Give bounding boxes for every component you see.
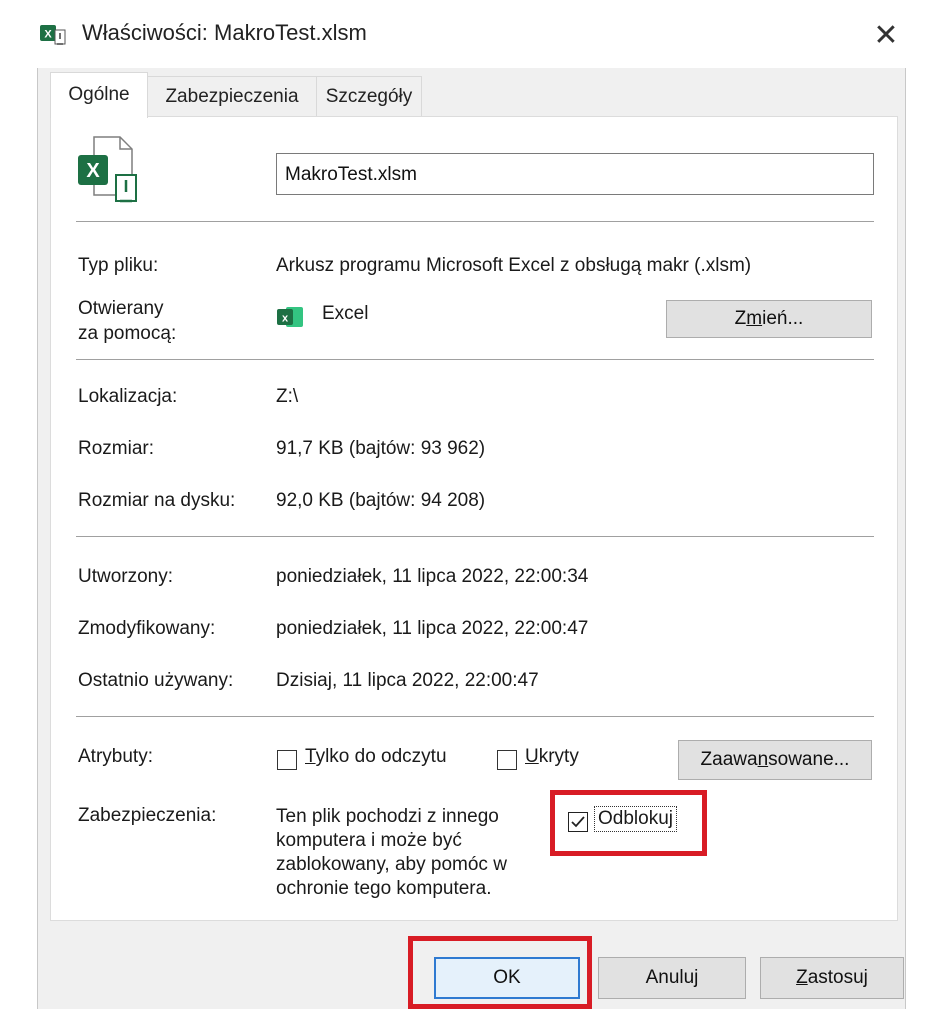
created-label: Utworzony: [78, 566, 174, 587]
checkmark-icon [571, 816, 585, 828]
left-edge [37, 68, 38, 1009]
excel-app-icon: x [276, 305, 304, 329]
right-edge [905, 68, 906, 1009]
svg-text:X: X [44, 29, 52, 41]
file-name-field[interactable]: MakroTest.xlsm [276, 153, 874, 195]
advanced-button[interactable]: Zaawansowane... [678, 740, 872, 780]
unblock-label[interactable]: Odblokuj [594, 806, 677, 832]
size-value: 91,7 KB (bajtów: 93 962) [276, 438, 486, 459]
size-on-disk-value: 92,0 KB (bajtów: 94 208) [276, 490, 486, 511]
svg-text:x: x [282, 313, 289, 325]
hidden-checkbox[interactable] [497, 750, 517, 770]
title-bar: X Właściwości: MakroTest.xlsm ✕ [0, 0, 943, 68]
hidden-label[interactable]: Ukryty [525, 746, 579, 768]
readonly-label[interactable]: Tylko do odczytu [305, 746, 447, 768]
security-message: Ten plik pochodzi z innego komputera i m… [276, 806, 507, 899]
separator [76, 221, 874, 222]
file-properties-icon: X [38, 22, 68, 48]
opens-with-label-line2: za pomocą: [78, 323, 177, 344]
apply-button[interactable]: Zastosuj [760, 957, 904, 999]
readonly-checkbox[interactable] [277, 750, 297, 770]
accessed-label: Ostatnio używany: [78, 670, 234, 691]
modified-value: poniedziałek, 11 lipca 2022, 22:00:47 [276, 618, 589, 639]
file-type-label: Typ pliku: [78, 255, 159, 276]
excel-macro-file-icon: X [76, 135, 138, 205]
security-label: Zabezpieczenia: [78, 805, 217, 826]
location-value: Z:\ [276, 386, 299, 407]
accessed-value: Dzisiaj, 11 lipca 2022, 22:00:47 [276, 670, 539, 691]
created-value: poniedziałek, 11 lipca 2022, 22:00:34 [276, 566, 589, 587]
separator [76, 716, 874, 717]
cancel-button[interactable]: Anuluj [598, 957, 746, 999]
tab-general[interactable]: Ogólne [50, 72, 148, 118]
opens-with-label-line1: Otwierany [78, 298, 164, 319]
close-button[interactable]: ✕ [866, 16, 906, 56]
separator [76, 536, 874, 537]
svg-text:X: X [86, 160, 100, 182]
window-title: Właściwości: MakroTest.xlsm [82, 20, 367, 45]
size-on-disk-label: Rozmiar na dysku: [78, 490, 236, 511]
unblock-checkbox[interactable] [568, 812, 588, 832]
general-panel [50, 116, 898, 921]
opens-with-app: Excel [322, 303, 369, 324]
tab-security[interactable]: Zabezpieczenia [146, 76, 318, 117]
change-app-button[interactable]: Zmień... [666, 300, 872, 338]
attributes-label: Atrybuty: [78, 746, 153, 767]
modified-label: Zmodyfikowany: [78, 618, 216, 639]
separator [76, 359, 874, 360]
file-type-value: Arkusz programu Microsoft Excel z obsług… [276, 255, 752, 276]
ok-button[interactable]: OK [434, 957, 580, 999]
tab-details[interactable]: Szczegóły [316, 76, 422, 117]
location-label: Lokalizacja: [78, 386, 178, 407]
size-label: Rozmiar: [78, 438, 155, 459]
